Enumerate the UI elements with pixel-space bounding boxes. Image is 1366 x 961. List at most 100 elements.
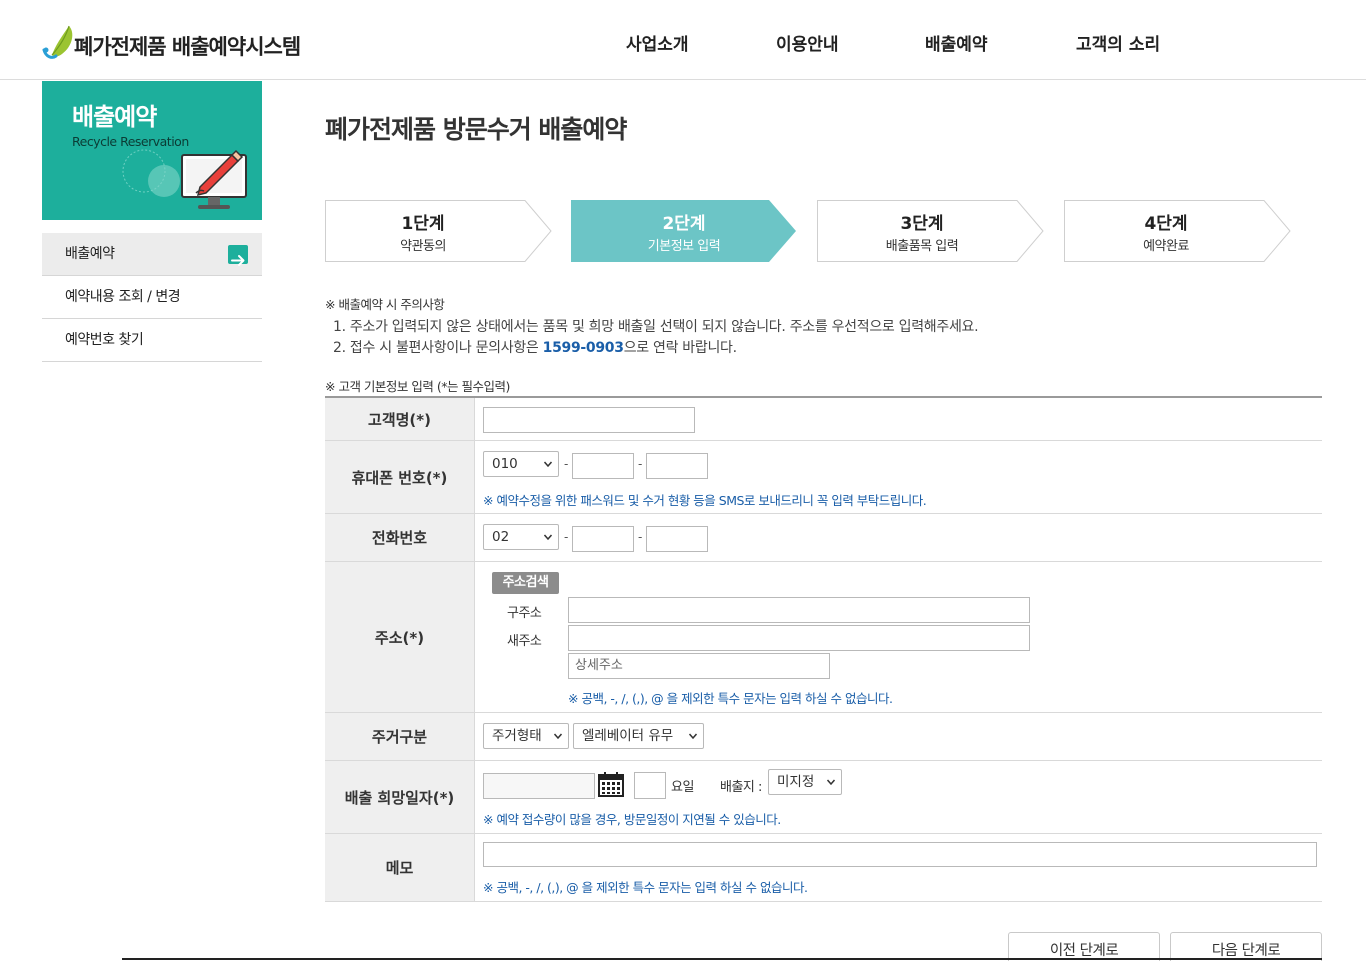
step-number: 1단계 bbox=[401, 214, 445, 234]
sidebar-title: 배출예약 bbox=[72, 103, 157, 131]
site-header: 폐가전제품 배출예약시스템 사업소개 이용안내 배출예약 고객의 소리 bbox=[0, 0, 1366, 80]
prev-step-button[interactable]: 이전 단계로 bbox=[1008, 932, 1160, 961]
notice-line-2-tail: 으로 연락 바랍니다. bbox=[623, 340, 737, 356]
next-step-button[interactable]: 다음 단계로 bbox=[1170, 932, 1322, 961]
nav-usage-guide[interactable]: 이용안내 bbox=[776, 30, 839, 55]
notice-line-2-text: 2. 접수 시 불편사항이나 문의사항은 bbox=[333, 340, 543, 356]
step-number: 4단계 bbox=[1144, 214, 1188, 234]
chevron-down-icon bbox=[544, 534, 552, 541]
phone-middle-input[interactable] bbox=[572, 526, 634, 552]
row-name: 고객명(*) bbox=[325, 398, 1322, 441]
step-number: 3단계 bbox=[900, 214, 944, 234]
sidebar-item-reservation[interactable]: 배출예약 bbox=[42, 233, 262, 276]
weekday-input[interactable] bbox=[634, 772, 666, 799]
address-help-text: ※ 공백, -, /, (,), @ 을 제외한 특수 문자는 입력 하실 수 … bbox=[568, 691, 893, 706]
calendar-icon[interactable] bbox=[598, 771, 624, 801]
sidebar-item-find-number[interactable]: 예약번호 찾기 bbox=[42, 319, 262, 362]
sidebar-item-label: 배출예약 bbox=[65, 246, 115, 262]
step-4: 4단계 예약완료 bbox=[1064, 200, 1292, 262]
phone-prefix-value: 02 bbox=[492, 529, 510, 545]
housing-label: 주거구분 bbox=[325, 713, 475, 760]
date-label: 배출 희망일자(*) bbox=[325, 761, 475, 833]
sidebar-item-label: 예약내용 조회 / 변경 bbox=[65, 289, 181, 305]
page-title: 폐가전제품 방문수거 배출예약 bbox=[325, 115, 627, 144]
customer-info-form: 고객명(*) 휴대폰 번호(*) 010 - - ※ 예약수정을 위한 패스워드… bbox=[325, 396, 1322, 902]
separator-dash: - bbox=[638, 530, 643, 544]
row-memo: 메모 ※ 공백, -, /, (,), @ 을 제외한 특수 문자는 입력 하실… bbox=[325, 834, 1322, 902]
old-address-label: 구주소 bbox=[507, 606, 542, 621]
detail-address-placeholder: 상세주소 bbox=[575, 658, 623, 673]
mobile-middle-input[interactable] bbox=[572, 453, 634, 479]
memo-label: 메모 bbox=[325, 834, 475, 901]
date-input[interactable] bbox=[483, 773, 595, 799]
elevator-value: 엘레베이터 유무 bbox=[582, 728, 674, 744]
notice-line-1: 1. 주소가 입력되지 않은 상태에서는 품목 및 희망 배출일 선택이 되지 … bbox=[333, 319, 979, 335]
address-search-button[interactable]: 주소검색 bbox=[492, 572, 559, 594]
nav-customer-voice[interactable]: 고객의 소리 bbox=[1076, 30, 1160, 55]
step-number: 2단계 bbox=[662, 214, 706, 234]
step-indicator: 1단계 약관동의 2단계 기본정보 입력 3단계 배출품목 입력 4단계 예약완… bbox=[325, 200, 1325, 262]
nav-reservation[interactable]: 배출예약 bbox=[925, 30, 988, 55]
step-label: 배출품목 입력 bbox=[885, 239, 959, 254]
row-housing: 주거구분 주거형태 엘레베이터 유무 bbox=[325, 713, 1322, 761]
name-label: 고객명(*) bbox=[325, 398, 475, 440]
step-3: 3단계 배출품목 입력 bbox=[817, 200, 1045, 262]
contact-phone: 1599-0903 bbox=[542, 340, 624, 356]
row-date: 배출 희망일자(*) 요일 배출지 : 미지정 ※ 예약 접수량이 많을 경우,… bbox=[325, 761, 1322, 834]
sidebar-item-lookup[interactable]: 예약내용 조회 / 변경 bbox=[42, 276, 262, 319]
sidebar-subtitle: Recycle Reservation bbox=[72, 134, 189, 149]
site-name: 폐가전제품 배출예약시스템 bbox=[74, 35, 301, 59]
mobile-prefix-value: 010 bbox=[492, 456, 518, 472]
phone-label: 전화번호 bbox=[325, 514, 475, 561]
mobile-prefix-select[interactable]: 010 bbox=[483, 451, 559, 477]
form-heading: ※ 고객 기본정보 입력 (*는 필수입력) bbox=[325, 379, 510, 394]
chevron-down-icon bbox=[554, 733, 562, 740]
row-phone: 전화번호 02 - - bbox=[325, 514, 1322, 562]
location-select[interactable]: 미지정 bbox=[768, 769, 842, 795]
step-label: 예약완료 bbox=[1143, 239, 1189, 254]
step-1: 1단계 약관동의 bbox=[325, 200, 553, 262]
arrow-right-icon bbox=[228, 245, 248, 266]
site-logo[interactable]: 폐가전제품 배출예약시스템 bbox=[42, 14, 301, 64]
leaf-logo-icon bbox=[42, 24, 76, 64]
decor-circles-icon bbox=[122, 149, 184, 203]
phone-last-input[interactable] bbox=[646, 526, 708, 552]
address-label: 주소(*) bbox=[325, 562, 475, 712]
new-address-label: 새주소 bbox=[507, 634, 542, 649]
memo-input[interactable] bbox=[483, 842, 1317, 867]
separator-dash: - bbox=[638, 457, 643, 471]
date-help-text: ※ 예약 접수량이 많을 경우, 방문일정이 지연될 수 있습니다. bbox=[483, 812, 781, 827]
sidebar-menu: 배출예약 예약내용 조회 / 변경 예약번호 찾기 bbox=[42, 233, 262, 362]
housing-type-select[interactable]: 주거형태 bbox=[483, 723, 569, 749]
name-input[interactable] bbox=[483, 407, 695, 433]
row-mobile: 휴대폰 번호(*) 010 - - ※ 예약수정을 위한 패스워드 및 수거 현… bbox=[325, 441, 1322, 514]
mobile-label: 휴대폰 번호(*) bbox=[325, 441, 475, 513]
chevron-down-icon bbox=[689, 733, 697, 740]
chevron-down-icon bbox=[827, 779, 835, 786]
memo-help-text: ※ 공백, -, /, (,), @ 을 제외한 특수 문자는 입력 하실 수 … bbox=[483, 880, 808, 895]
step-label: 약관동의 bbox=[400, 239, 446, 254]
elevator-select[interactable]: 엘레베이터 유무 bbox=[573, 723, 704, 749]
mobile-last-input[interactable] bbox=[646, 453, 708, 479]
chevron-down-icon bbox=[544, 461, 552, 468]
location-label: 배출지 : bbox=[720, 780, 762, 795]
monitor-pencil-icon bbox=[180, 145, 252, 219]
separator-dash: - bbox=[564, 530, 569, 544]
bottom-divider bbox=[122, 958, 1322, 960]
sidebar-item-label: 예약번호 찾기 bbox=[65, 332, 144, 348]
location-value: 미지정 bbox=[777, 774, 815, 790]
weekday-label: 요일 bbox=[671, 780, 694, 795]
new-address-input[interactable] bbox=[568, 625, 1030, 651]
notice-heading: ※ 배출예약 시 주의사항 bbox=[325, 297, 445, 312]
mobile-help-text: ※ 예약수정을 위한 패스워드 및 수거 현황 등을 SMS로 보내드리니 꼭 … bbox=[483, 493, 927, 508]
row-address: 주소(*) 주소검색 구주소 새주소 상세주소 ※ 공백, -, /, (,),… bbox=[325, 562, 1322, 713]
old-address-input[interactable] bbox=[568, 597, 1030, 623]
step-label: 기본정보 입력 bbox=[647, 239, 721, 254]
separator-dash: - bbox=[564, 457, 569, 471]
phone-prefix-select[interactable]: 02 bbox=[483, 524, 559, 550]
housing-type-value: 주거형태 bbox=[492, 728, 542, 744]
detail-address-input[interactable]: 상세주소 bbox=[568, 653, 830, 679]
nav-business-intro[interactable]: 사업소개 bbox=[626, 30, 689, 55]
sidebar-banner: 배출예약 Recycle Reservation bbox=[42, 81, 262, 220]
notice-line-2: 2. 접수 시 불편사항이나 문의사항은 1599-0903으로 연락 바랍니다… bbox=[333, 337, 737, 357]
